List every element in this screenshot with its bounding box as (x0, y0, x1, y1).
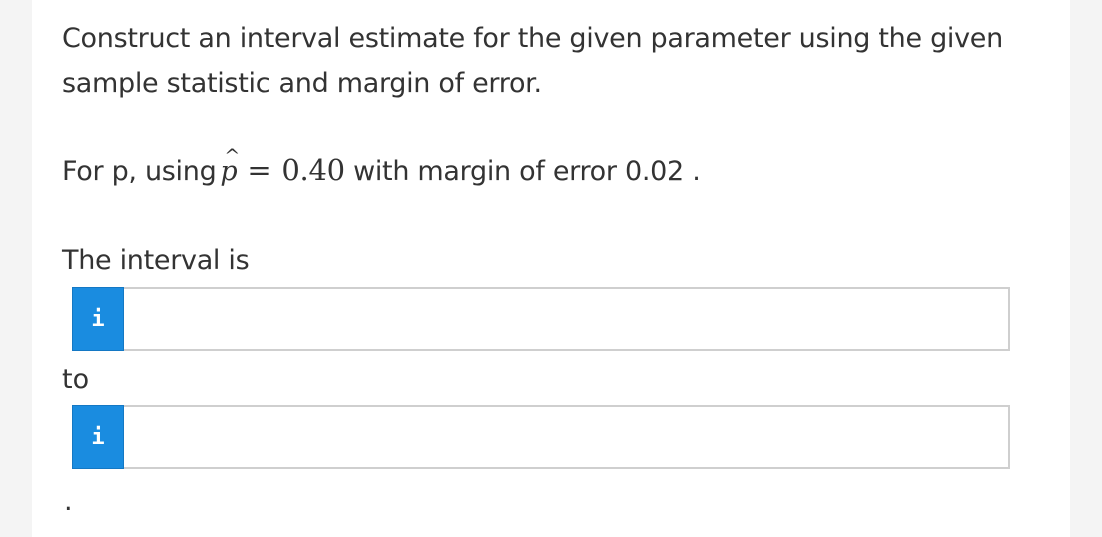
lower-bound-input[interactable] (124, 287, 1010, 351)
upper-bound-input[interactable] (124, 405, 1010, 469)
hat-accent: ^ (224, 145, 241, 167)
trailing-period: . (64, 486, 73, 517)
interval-label: The interval is (62, 245, 250, 276)
equals-sign: = (247, 153, 272, 187)
question-setup: For p, using ^ p = 0.40 with margin of error… (62, 145, 701, 192)
lower-bound-row: i (72, 287, 1010, 351)
question-card: Construct an interval estimate for the g… (32, 0, 1070, 537)
info-button-upper[interactable]: i (72, 405, 124, 469)
upper-bound-row: i (72, 405, 1010, 469)
info-button-lower[interactable]: i (72, 287, 124, 351)
setup-suffix: with margin of error 0.02 . (353, 156, 701, 187)
phat-value: 0.40 (281, 153, 345, 187)
question-prompt: Construct an interval estimate for the g… (62, 23, 1003, 99)
setup-prefix: For p, using (62, 156, 217, 187)
p-hat-symbol: ^ p (220, 145, 240, 192)
to-label: to (62, 364, 90, 395)
